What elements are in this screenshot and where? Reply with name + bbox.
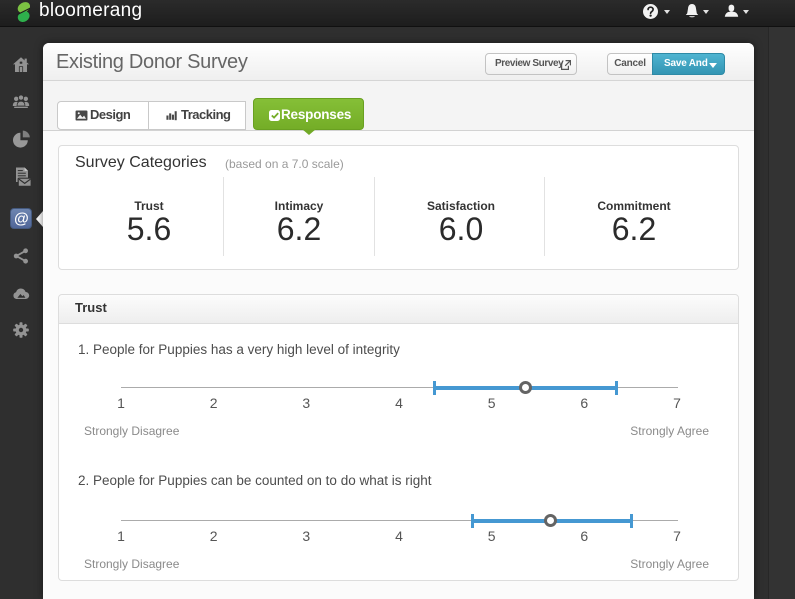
svg-text:@: @: [14, 211, 29, 228]
